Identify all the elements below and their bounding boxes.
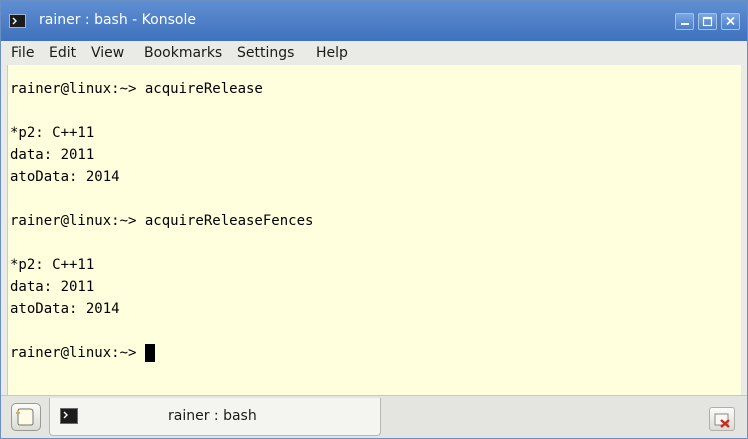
menu-edit[interactable]: Edit: [49, 45, 76, 61]
menu-file[interactable]: File: [11, 45, 34, 61]
terminal-line: atoData: 2014: [10, 169, 120, 185]
maximize-icon: [702, 16, 713, 27]
terminal-icon[interactable]: [9, 14, 26, 28]
close-icon: [726, 16, 735, 26]
terminal-line: *p2: C++11: [10, 257, 95, 273]
tab-bar: rainer : bash: [1, 395, 747, 438]
minimize-icon: [681, 23, 689, 25]
menu-bookmarks[interactable]: Bookmarks: [144, 45, 222, 61]
maximize-button[interactable]: [698, 13, 717, 30]
konsole-window: rainer : bash - Konsole File Edit View B…: [0, 0, 748, 439]
menu-settings[interactable]: Settings: [237, 45, 294, 61]
title-bar[interactable]: rainer : bash - Konsole: [1, 1, 747, 41]
close-tab-icon: [714, 413, 730, 428]
terminal-prompt: rainer@linux:~>: [10, 345, 145, 361]
text-cursor: [144, 344, 155, 362]
terminal-line: rainer@linux:~> acquireReleaseFences: [10, 213, 314, 229]
minimize-button[interactable]: [675, 13, 694, 30]
terminal-line: data: 2011: [10, 279, 95, 295]
terminal-line: rainer@linux:~> acquireRelease: [10, 81, 263, 97]
menu-view[interactable]: View: [91, 45, 124, 61]
tab-rainer-bash[interactable]: rainer : bash: [49, 398, 381, 436]
new-tab-button[interactable]: [11, 403, 41, 431]
menu-help[interactable]: Help: [316, 45, 348, 61]
terminal-prompt-line: rainer@linux:~>: [10, 344, 155, 362]
terminal-line: atoData: 2014: [10, 301, 120, 317]
terminal-scrollbar[interactable]: [741, 65, 747, 395]
close-button[interactable]: [721, 13, 740, 30]
terminal-line: *p2: C++11: [10, 125, 95, 141]
menu-bar: File Edit View Bookmarks Settings Help: [1, 41, 747, 65]
new-tab-icon: [16, 408, 34, 426]
terminal-icon: [60, 408, 78, 424]
window-title: rainer : bash - Konsole: [39, 12, 196, 28]
terminal-area[interactable]: rainer@linux:~> acquireRelease *p2: C++1…: [7, 65, 741, 395]
terminal-line: data: 2011: [10, 147, 95, 163]
close-tab-button[interactable]: [709, 407, 735, 431]
tab-label: rainer : bash: [168, 408, 257, 424]
